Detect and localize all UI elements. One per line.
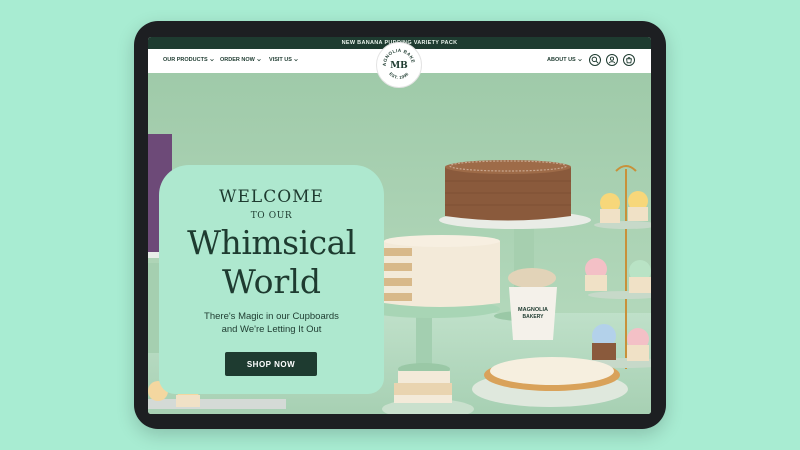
tiered-cupcake-stand <box>582 165 651 369</box>
chevron-down-icon <box>257 59 261 62</box>
hero-banner: MAGNOLIA BAKERY WELCOME TO OUR Whimsical… <box>148 73 651 414</box>
nav-visit-us-label: VISIT US <box>269 57 292 63</box>
logo-seal: MAGNOLIA BAKERY EST. 1996 MB <box>378 44 415 80</box>
cup-label-line1: MAGNOLIA <box>518 307 548 313</box>
account-icon[interactable] <box>606 54 618 66</box>
nav-about-us-label: ABOUT US <box>547 57 576 63</box>
magnolia-logo[interactable]: MAGNOLIA BAKERY EST. 1996 MB <box>376 42 422 88</box>
logo-monogram: MB <box>390 61 408 71</box>
cup-label-line2: BAKERY <box>523 314 545 320</box>
chevron-down-icon <box>577 59 582 62</box>
hero-to-our: TO OUR <box>250 211 293 221</box>
hero-subtitle-line1: There's Magic in our Cupboards <box>204 311 339 322</box>
logo-bottom-text: EST. 1996 <box>388 71 409 80</box>
cart-icon[interactable] <box>623 54 635 66</box>
svg-text:EST. 1996: EST. 1996 <box>388 71 410 80</box>
nav-our-products[interactable]: OUR PRODUCTS <box>163 57 214 63</box>
nav-about-us[interactable]: ABOUT US <box>547 57 582 63</box>
hero-welcome: WELCOME <box>219 187 324 207</box>
chevron-down-icon <box>209 59 214 62</box>
search-icon[interactable] <box>589 54 601 66</box>
nav-our-products-label: OUR PRODUCTS <box>163 57 208 63</box>
hero-title-line2: World <box>222 262 321 301</box>
chevron-down-icon <box>294 59 298 62</box>
welcome-card: WELCOME TO OUR Whimsical World There's M… <box>159 165 384 394</box>
vanilla-cake <box>364 235 500 375</box>
nav-visit-us[interactable]: VISIT US <box>269 57 298 63</box>
cup-cupcake: MAGNOLIA BAKERY <box>508 268 557 340</box>
shop-now-button[interactable]: SHOP NOW <box>225 352 317 376</box>
hero-title-line1: Whimsical <box>187 223 356 262</box>
dessert-bars <box>382 371 474 414</box>
pie <box>472 357 628 407</box>
hero-subtitle: There's Magic in our Cupboards and We're… <box>159 310 384 336</box>
screen: NEW BANANA PUDDING VARIETY PACK OUR PROD… <box>148 37 651 414</box>
nav-order-now[interactable]: ORDER NOW <box>220 57 261 63</box>
hero-subtitle-line2: and We're Letting It Out <box>221 324 322 335</box>
nav-order-now-label: ORDER NOW <box>220 57 255 63</box>
